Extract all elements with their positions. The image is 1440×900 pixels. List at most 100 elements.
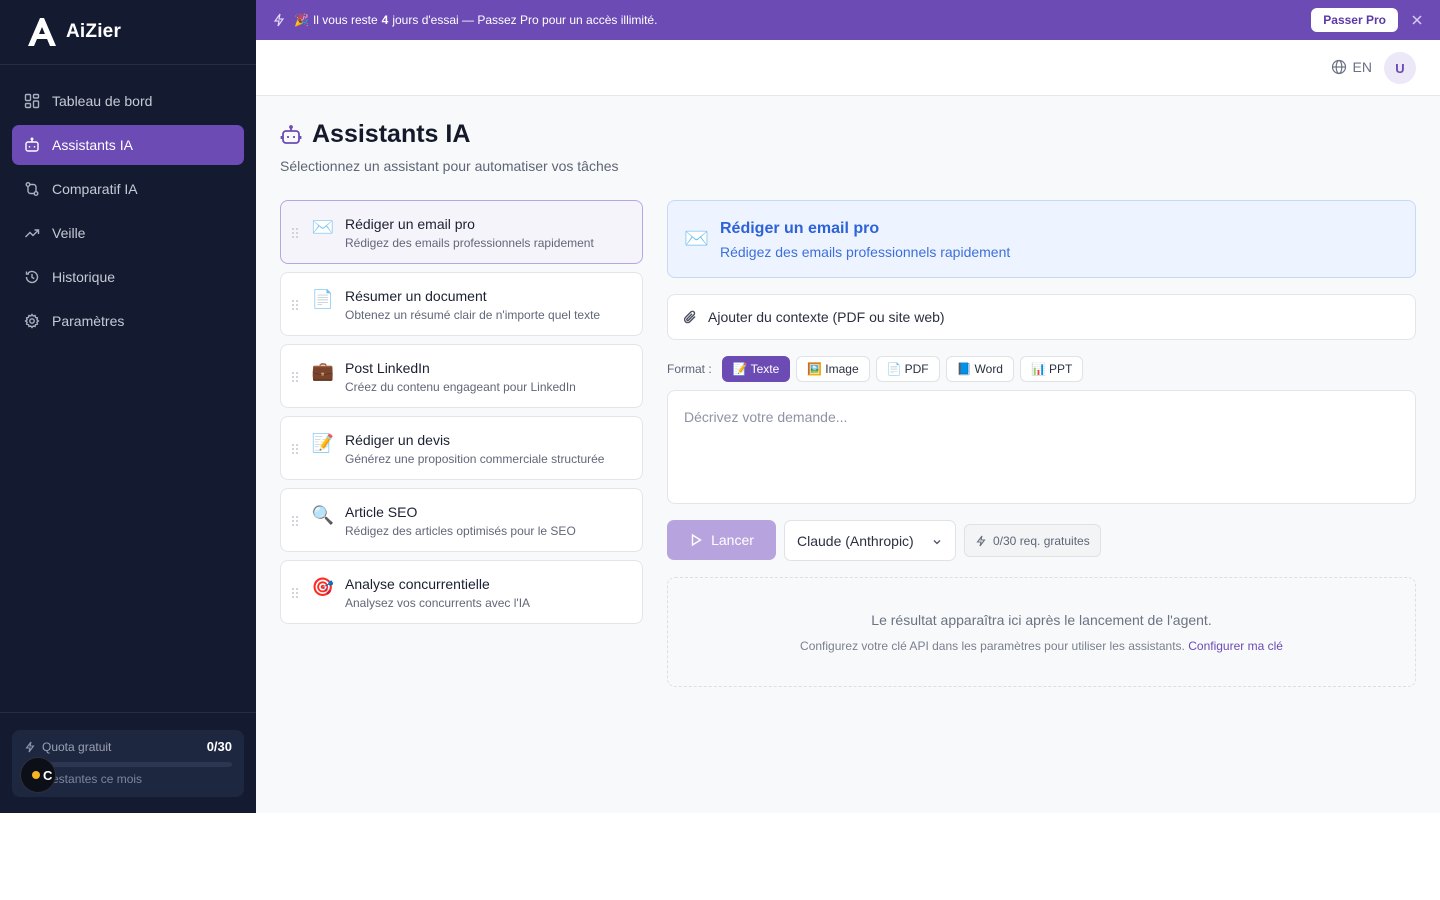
memo-icon: 📝: [311, 433, 335, 453]
launch-button[interactable]: Lancer: [667, 520, 776, 560]
sidebar-item-label: Tableau de bord: [52, 93, 153, 109]
assistant-card-email[interactable]: ✉️ Rédiger un email pro Rédigez des emai…: [280, 200, 643, 264]
sidebar-item-label: Assistants IA: [52, 137, 133, 153]
run-controls: Lancer Claude (Anthropic) 0/30 req. grat…: [667, 520, 1416, 561]
lightning-icon: [25, 741, 35, 752]
assistant-description: Créez du contenu engageant pour LinkedIn: [345, 380, 576, 394]
close-icon[interactable]: [1410, 13, 1424, 27]
format-label: Format :: [667, 362, 712, 376]
document-icon: 📄: [886, 362, 902, 376]
sidebar-item-parametres[interactable]: Paramètres: [12, 301, 244, 341]
app-name: AiZier: [66, 21, 122, 42]
format-option-text[interactable]: 📝 Texte: [721, 356, 791, 382]
drag-handle-icon[interactable]: [291, 371, 299, 383]
format-option-label: Word: [974, 362, 1003, 376]
drag-handle-icon[interactable]: [291, 587, 299, 599]
assistant-title: Rédiger un email pro: [345, 216, 475, 232]
sidebar-nav: Tableau de bord Assistants IA Comparatif…: [12, 81, 244, 345]
page-title: Assistants IA: [312, 120, 471, 148]
envelope-icon: ✉️: [684, 228, 709, 250]
format-option-label: Texte: [750, 362, 780, 376]
result-placeholder: Le résultat apparaîtra ici après le lanc…: [871, 612, 1212, 628]
layout-grid-icon: [24, 93, 40, 109]
format-option-pdf[interactable]: 📄 PDF: [875, 356, 940, 382]
sidebar-item-label: Comparatif IA: [52, 181, 138, 197]
add-context-button[interactable]: Ajouter du contexte (PDF ou site web): [667, 294, 1416, 340]
sidebar-item-historique[interactable]: Historique: [12, 257, 244, 297]
format-option-ppt[interactable]: 📊 PPT: [1019, 356, 1084, 382]
logo[interactable]: AiZier: [24, 14, 121, 50]
drag-handle-icon[interactable]: [291, 299, 299, 311]
banner-text-before: Il vous reste: [312, 13, 378, 27]
assistant-description: Rédigez des emails professionnels rapide…: [345, 236, 594, 250]
paperclip-icon: [683, 310, 696, 324]
banner-text-after: jours d'essai — Passez Pro pour un accès…: [392, 13, 658, 27]
drag-handle-icon[interactable]: [291, 443, 299, 455]
language-switcher[interactable]: EN: [1331, 59, 1372, 75]
format-selector: Format : 📝 Texte 🖼️ Image 📄 PDF 📘 Word 📊…: [667, 356, 1084, 382]
assistant-description: Générez une proposition commerciale stru…: [345, 452, 605, 466]
assistant-card-summary[interactable]: 📄 Résumer un document Obtenez un résumé …: [280, 272, 643, 336]
sidebar-item-dashboard[interactable]: Tableau de bord: [12, 81, 244, 121]
selected-assistant-description: Rédigez des emails professionnels rapide…: [720, 244, 1011, 260]
app-root: AiZier Tableau de bord Assistants IA Com…: [0, 0, 1440, 813]
top-bar: EN U: [256, 40, 1440, 96]
logo-mark-icon: [28, 18, 56, 46]
request-textarea[interactable]: [667, 390, 1416, 504]
document-icon: 📄: [311, 289, 335, 309]
assistant-description: Obtenez un résumé clair de n'importe que…: [345, 308, 601, 322]
bar-chart-icon: 📊: [1030, 362, 1046, 376]
configure-key-link[interactable]: Configurer ma clé: [1188, 639, 1283, 653]
format-option-label: Image: [825, 362, 859, 376]
quota-label: Quota gratuit: [42, 739, 112, 754]
upgrade-button[interactable]: Passer Pro: [1311, 8, 1398, 32]
api-key-hint-text: Configurez votre clé API dans les paramè…: [800, 639, 1185, 653]
play-icon: [691, 533, 702, 547]
model-select[interactable]: Claude (Anthropic): [784, 520, 956, 561]
sidebar-item-label: Veille: [52, 225, 86, 241]
assistant-title: Article SEO: [345, 504, 418, 520]
banner-message: 🎉 Il vous reste 4 jours d'essai — Passez…: [294, 13, 657, 27]
trending-up-icon: [25, 229, 40, 238]
picture-icon: 🖼️: [807, 362, 823, 376]
selected-assistant-header: ✉️ Rédiger un email pro Rédigez des emai…: [667, 200, 1416, 278]
assistant-title: Résumer un document: [345, 288, 487, 304]
floating-status-badge[interactable]: C: [20, 757, 56, 793]
assistant-card-seo[interactable]: 🔍 Article SEO Rédigez des articles optim…: [280, 488, 643, 552]
assistant-description: Analysez vos concurrents avec l'IA: [345, 596, 531, 610]
sidebar-item-veille[interactable]: Veille: [12, 213, 244, 253]
format-option-word[interactable]: 📘 Word: [945, 356, 1014, 382]
format-option-image[interactable]: 🖼️ Image: [796, 356, 870, 382]
magnifier-icon: 🔍: [311, 505, 335, 525]
book-icon: 📘: [956, 362, 972, 376]
add-context-label: Ajouter du contexte (PDF ou site web): [708, 309, 945, 325]
drag-handle-icon[interactable]: [291, 515, 299, 527]
sidebar-item-label: Paramètres: [52, 313, 125, 329]
assistant-description: Rédigez des articles optimisés pour le S…: [345, 524, 576, 538]
api-key-hint: Configurez votre clé API dans les paramè…: [668, 639, 1415, 653]
quota-header: Quota gratuit 0/30: [24, 739, 232, 754]
drag-handle-icon[interactable]: [291, 227, 299, 239]
user-avatar[interactable]: U: [1384, 52, 1416, 84]
envelope-icon: ✉️: [311, 217, 335, 237]
selected-assistant-title: Rédiger un email pro: [720, 220, 880, 237]
launch-label: Lancer: [711, 532, 754, 548]
assistant-card-competitive[interactable]: 🎯 Analyse concurrentielle Analysez vos c…: [280, 560, 643, 624]
assistant-card-quote[interactable]: 📝 Rédiger un devis Générez une propositi…: [280, 416, 643, 480]
gear-icon: [24, 313, 40, 329]
sidebar-item-assistants[interactable]: Assistants IA: [12, 125, 244, 165]
sidebar-divider: [0, 64, 256, 65]
history-icon: [25, 270, 39, 284]
status-dot: [32, 771, 40, 779]
free-requests-text: 0/30 req. gratuites: [993, 533, 1090, 548]
model-value: Claude (Anthropic): [797, 532, 914, 549]
party-emoji: 🎉: [294, 13, 309, 27]
format-option-label: PDF: [904, 362, 929, 376]
bot-icon: [280, 124, 302, 144]
assistant-card-linkedin[interactable]: 💼 Post LinkedIn Créez du contenu engagea…: [280, 344, 643, 408]
memo-icon: 📝: [732, 362, 748, 376]
briefcase-icon: 💼: [311, 361, 335, 381]
sidebar-item-comparatif[interactable]: Comparatif IA: [12, 169, 244, 209]
lightning-icon: [976, 535, 986, 546]
assistant-title: Analyse concurrentielle: [345, 576, 490, 592]
